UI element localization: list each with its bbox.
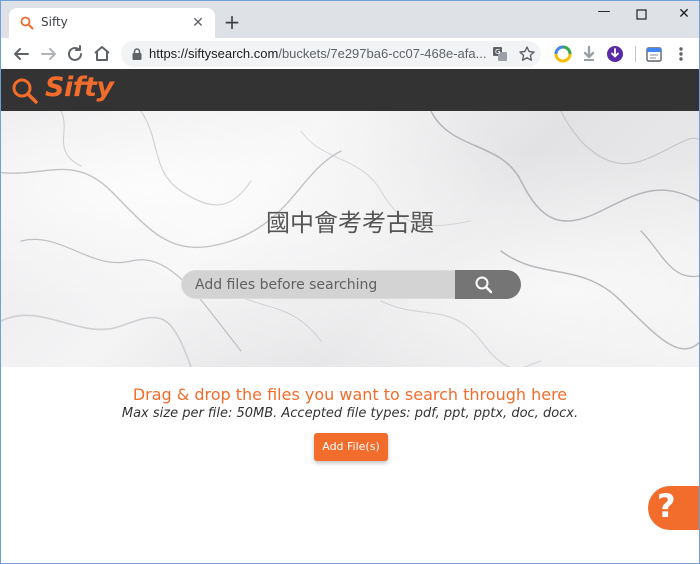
help-question-icon: ? (657, 487, 676, 525)
help-button[interactable]: ? (648, 486, 699, 530)
search-button[interactable] (455, 270, 521, 299)
drop-zone-title[interactable]: Drag & drop the files you want to search… (1, 385, 699, 404)
close-window-button[interactable]: ✕ (661, 1, 699, 29)
tab-strip: Sifty ✕ + — ✕ (1, 1, 699, 38)
browser-window: Sifty ✕ + — ✕ https://siftysearch.com/bu… (0, 0, 700, 564)
translate-icon[interactable]: G (491, 45, 509, 63)
tab-favicon-search-icon (20, 16, 34, 30)
browser-toolbar: https://siftysearch.com/buckets/7e297ba6… (1, 38, 699, 69)
tab-title: Sifty (41, 15, 68, 29)
back-arrow-icon[interactable] (9, 42, 33, 66)
calendar-icon[interactable] (644, 44, 664, 64)
maximize-icon (636, 9, 647, 20)
menu-icon[interactable] (671, 44, 691, 64)
search-icon (475, 276, 493, 294)
profile-icon[interactable] (605, 44, 625, 64)
new-tab-button[interactable]: + (221, 11, 243, 33)
address-bar[interactable]: https://siftysearch.com/buckets/7e297ba6… (121, 41, 541, 67)
add-files-button[interactable]: Add File(s) (314, 433, 388, 461)
url-host: https://siftysearch.com (149, 46, 279, 61)
toolbar-separator (635, 46, 636, 62)
drop-zone-subtitle: Max size per file: 50MB. Accepted file t… (121, 406, 579, 421)
extension-icon[interactable] (553, 44, 573, 64)
maximize-button[interactable] (619, 1, 665, 29)
url-path: /buckets/7e297ba6-cc07-468e-afa... (278, 46, 487, 61)
download-icon[interactable] (579, 44, 599, 64)
home-icon[interactable] (90, 42, 114, 66)
browser-tab[interactable]: Sifty ✕ (9, 8, 215, 38)
lock-icon (132, 48, 142, 60)
search-input[interactable] (181, 270, 456, 299)
marble-texture (1, 111, 699, 367)
page-title: 國中會考考古題 (266, 209, 434, 237)
hero-banner: 國中會考考古題 (1, 111, 699, 367)
tab-close-icon[interactable]: ✕ (189, 14, 207, 32)
bookmark-star-icon[interactable] (518, 45, 536, 63)
url-text: https://siftysearch.com/buckets/7e297ba6… (149, 46, 486, 61)
site-header: Sifty (1, 69, 699, 111)
reload-icon[interactable] (63, 42, 87, 66)
logo-search-icon (12, 78, 38, 104)
site-logo[interactable]: Sifty (45, 72, 114, 103)
forward-arrow-icon[interactable] (37, 42, 61, 66)
svg-text:G: G (495, 48, 500, 56)
